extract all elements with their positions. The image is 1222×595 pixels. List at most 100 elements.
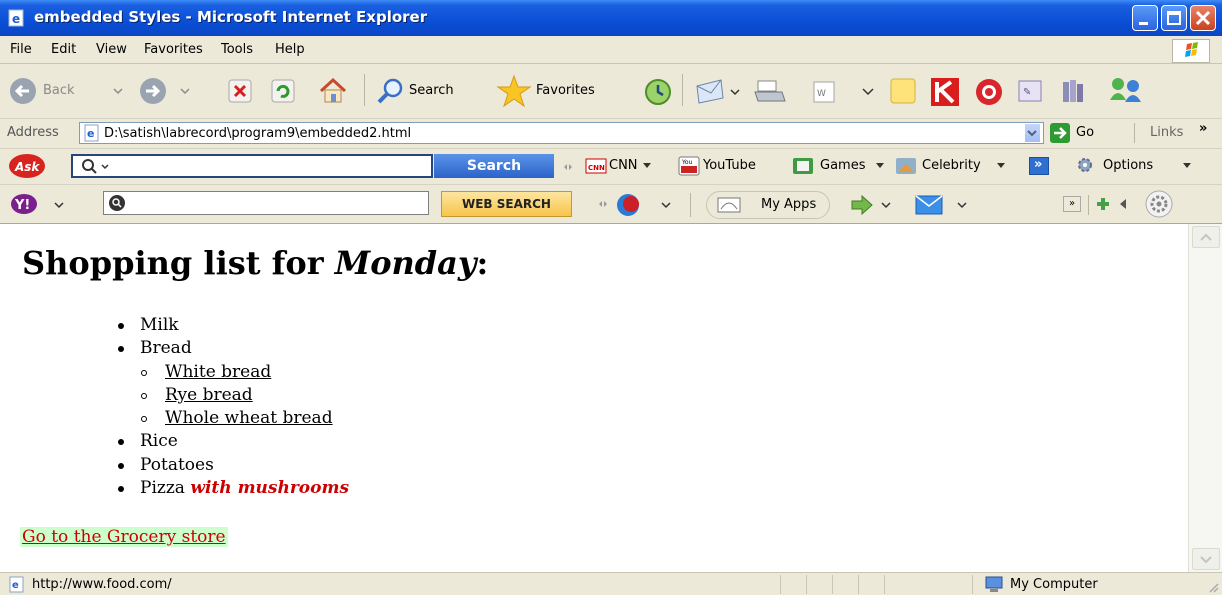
resize-grip-icon[interactable] — [1206, 580, 1220, 594]
ie-page-icon: e — [8, 9, 24, 27]
edit-dropdown-icon[interactable] — [860, 86, 876, 98]
cnn-button[interactable]: CNN CNN — [585, 157, 651, 179]
sub-list-link[interactable]: Rye bread — [165, 384, 253, 407]
list-item-text: Pizza with mushrooms — [140, 477, 349, 500]
scroll-up-button[interactable] — [1192, 226, 1220, 248]
gear-icon — [1078, 158, 1092, 172]
svg-text:You: You — [681, 159, 693, 166]
toolbar-grip-icon — [599, 201, 607, 207]
address-dropdown-button[interactable] — [1024, 123, 1041, 143]
search-button[interactable]: Search — [376, 76, 454, 110]
mail-icon[interactable] — [693, 76, 753, 106]
address-input[interactable]: e D:\satish\labrecord\program9\embedded2… — [79, 122, 1044, 144]
vertical-scrollbar[interactable] — [1188, 224, 1222, 572]
favorites-button[interactable]: Favorites — [496, 74, 595, 112]
celebrity-button[interactable]: Celebrity — [895, 156, 1005, 180]
ask-search-dropdown-icon[interactable] — [79, 157, 115, 177]
chevron-down-icon — [1183, 163, 1191, 168]
history-icon[interactable] — [643, 77, 673, 107]
status-divider — [780, 575, 781, 594]
games-button[interactable]: Games — [792, 156, 884, 180]
print-icon[interactable] — [752, 78, 788, 106]
minimize-button[interactable] — [1132, 5, 1158, 31]
maximize-button[interactable] — [1161, 5, 1187, 31]
menu-favorites[interactable]: Favorites — [144, 42, 203, 57]
address-label: Address — [7, 125, 59, 140]
go-button[interactable]: Go — [1049, 122, 1094, 148]
web-search-button[interactable]: WEB SEARCH — [441, 191, 572, 217]
ask-search-button[interactable]: Search — [434, 154, 554, 178]
status-url: http://www.food.com/ — [32, 577, 172, 592]
ask-search-input[interactable] — [71, 154, 433, 178]
back-button[interactable]: Back — [8, 76, 128, 110]
home-icon[interactable] — [318, 76, 348, 104]
messenger-icon[interactable] — [973, 76, 1005, 108]
magnifier-icon — [377, 78, 403, 104]
refresh-icon[interactable] — [270, 78, 296, 104]
add-button-icon[interactable] — [1094, 195, 1112, 213]
page-content: Shopping list for Monday: Milk Bread Whi… — [0, 224, 1188, 572]
list-item-text: Potatoes — [140, 454, 214, 475]
yahoo-toolbar: Y! WEB SEARCH My Apps » — [0, 185, 1222, 224]
svg-text:e: e — [87, 127, 94, 140]
page-status-icon: e — [9, 576, 24, 593]
kaspersky-icon[interactable] — [929, 76, 961, 108]
grocery-store-link[interactable]: Go to the Grocery store — [20, 527, 228, 547]
list-item-text: Milk — [140, 315, 179, 335]
svg-text:e: e — [12, 12, 20, 26]
standard-toolbar: Back Search Favorites W ✎ — [0, 64, 1222, 119]
go-arrow-icon — [1050, 123, 1070, 143]
page-icon: e — [84, 124, 99, 142]
forward-arrow-icon[interactable] — [135, 76, 205, 106]
links-label[interactable]: Links — [1150, 125, 1183, 140]
chevron-down-icon — [1027, 130, 1037, 137]
title-bar[interactable]: e embedded Styles - Microsoft Internet E… — [0, 0, 1222, 36]
research-icon[interactable]: ✎ — [1016, 76, 1048, 108]
status-divider — [972, 575, 973, 594]
more-chevron-button[interactable]: » — [1029, 157, 1049, 175]
scroll-left-icon[interactable] — [1117, 197, 1129, 211]
settings-gear-icon[interactable] — [1143, 189, 1175, 219]
my-apps-button[interactable]: My Apps — [706, 191, 830, 219]
bullet-disc-icon — [118, 323, 124, 329]
msn-buddies-icon[interactable] — [1106, 74, 1150, 108]
cricket-ball-icon[interactable] — [614, 191, 674, 219]
expand-toolbar-button[interactable]: » — [1063, 196, 1081, 212]
search-label: Search — [409, 83, 454, 98]
yahoo-logo-button[interactable]: Y! — [10, 192, 70, 220]
youtube-label: YouTube — [703, 158, 756, 173]
menu-help[interactable]: Help — [275, 42, 305, 57]
address-bar: Address e D:\satish\labrecord\program9\e… — [0, 119, 1222, 149]
bullet-circle-icon — [141, 416, 147, 423]
yahoo-search-input[interactable] — [103, 191, 429, 215]
youtube-logo-icon: You — [678, 156, 700, 176]
sub-list-link[interactable]: Whole wheat bread — [165, 407, 333, 430]
sub-list-link[interactable]: White bread — [165, 361, 271, 384]
options-button[interactable]: Options — [1075, 156, 1191, 180]
links-chevron-icon[interactable]: » — [1199, 121, 1207, 136]
notes-icon[interactable] — [888, 76, 918, 106]
menu-view[interactable]: View — [96, 42, 127, 57]
scroll-down-button[interactable] — [1192, 548, 1220, 570]
list-item-text: Rice — [140, 431, 178, 452]
stop-icon[interactable] — [227, 78, 253, 104]
youtube-button[interactable]: You YouTube — [678, 156, 756, 180]
yahoo-logo-icon: Y! — [11, 194, 64, 214]
bookshelf-icon[interactable] — [1059, 76, 1091, 108]
heading-emphasis: Monday — [334, 244, 477, 282]
menu-bar: File Edit View Favorites Tools Help — [0, 36, 1222, 64]
close-button[interactable] — [1190, 5, 1216, 31]
menu-file[interactable]: File — [10, 42, 32, 57]
yahoo-mail-icon[interactable] — [914, 193, 974, 217]
favorites-label: Favorites — [536, 83, 595, 98]
svg-text:✎: ✎ — [1023, 87, 1031, 98]
edit-document-icon[interactable]: W — [812, 80, 836, 104]
chevron-down-icon — [643, 163, 651, 168]
options-label: Options — [1103, 158, 1154, 173]
arrow-right-icon[interactable] — [850, 193, 900, 217]
toolbar-grip-icon — [564, 164, 572, 170]
menu-tools[interactable]: Tools — [221, 42, 253, 57]
page-heading: Shopping list for Monday: — [22, 244, 488, 282]
menu-edit[interactable]: Edit — [51, 42, 76, 57]
ask-logo-icon: Ask — [9, 154, 45, 178]
